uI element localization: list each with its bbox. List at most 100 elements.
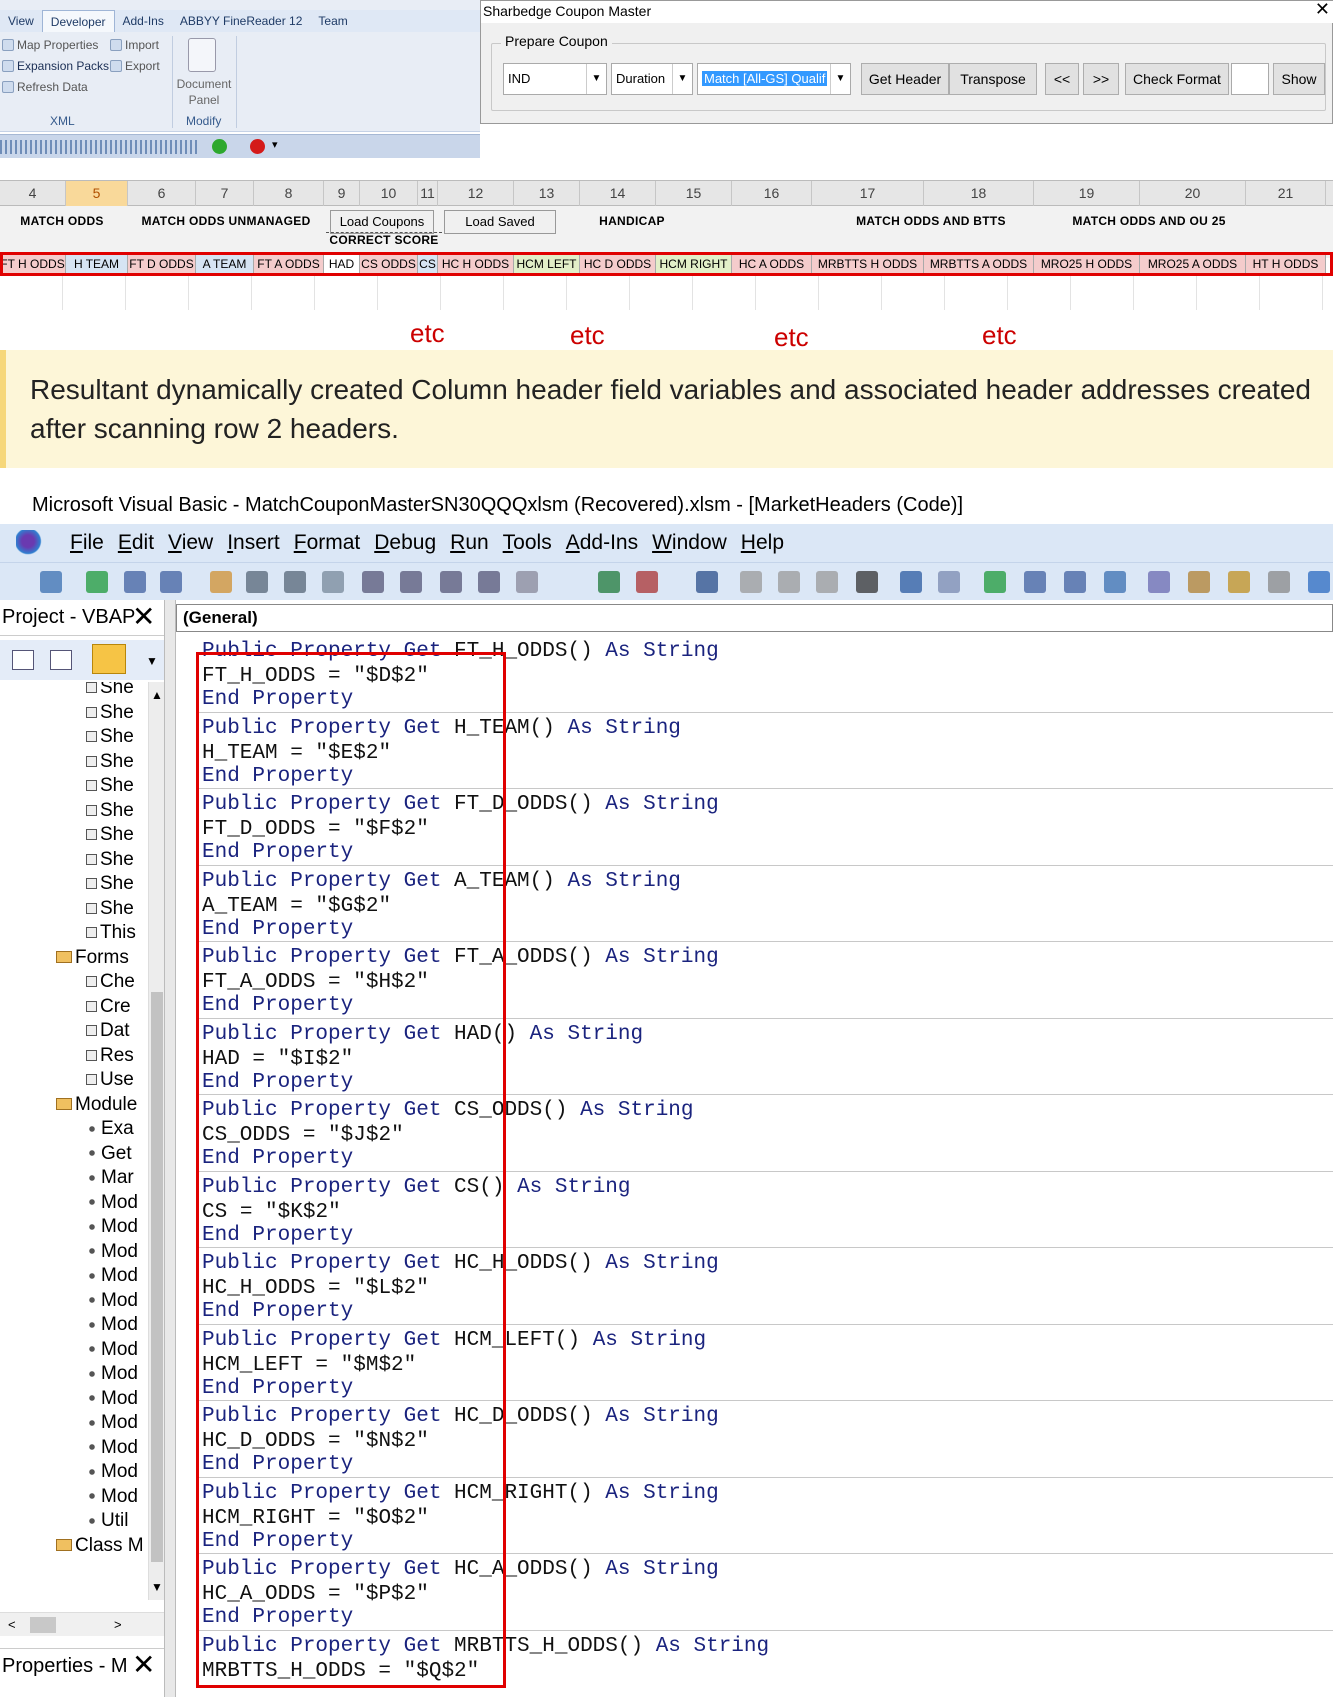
close-icon[interactable]: ✕ xyxy=(132,1648,155,1682)
design-icon[interactable] xyxy=(1104,571,1126,593)
design-icon[interactable] xyxy=(40,571,62,593)
check-format-button[interactable]: Check Format xyxy=(1125,63,1229,95)
tree-item-module[interactable]: Mod xyxy=(86,1289,138,1313)
tree-item-sheet[interactable]: She xyxy=(86,799,134,823)
object-combo[interactable]: (General) xyxy=(176,604,1333,632)
next-button[interactable]: >> xyxy=(1083,63,1119,95)
import-button[interactable]: Import xyxy=(110,38,159,52)
column-header[interactable]: 12 xyxy=(438,181,514,206)
run-indicator-icon[interactable] xyxy=(212,139,227,154)
break-icon[interactable] xyxy=(1024,571,1046,593)
break-icon[interactable] xyxy=(124,571,146,593)
column-header[interactable]: 13 xyxy=(514,181,580,206)
tree-item-module[interactable]: Util xyxy=(86,1509,128,1533)
column-header[interactable]: 18 xyxy=(924,181,1034,206)
tree-item-module[interactable]: Mod xyxy=(86,1215,138,1239)
tree-item-module[interactable]: Get xyxy=(86,1142,132,1166)
menu-view[interactable]: View xyxy=(168,531,213,555)
tree-item-sheet[interactable]: She xyxy=(86,897,134,921)
tree-item-sheet[interactable]: She xyxy=(86,682,134,700)
column-header[interactable]: 10 xyxy=(360,181,418,206)
menu-file[interactable]: File xyxy=(70,531,104,555)
tree-item-sheet[interactable]: She xyxy=(86,750,134,774)
chevron-down-icon[interactable]: ▼ xyxy=(672,64,692,94)
userform-icon[interactable] xyxy=(636,571,658,593)
menu-tools[interactable]: Tools xyxy=(503,531,552,555)
help-icon[interactable] xyxy=(1308,571,1330,593)
comment-icon[interactable] xyxy=(322,571,344,593)
column-header[interactable]: 14 xyxy=(580,181,656,206)
column-header[interactable]: 6 xyxy=(128,181,196,206)
tree-item-sheet[interactable]: She xyxy=(86,848,134,872)
tree-item-form[interactable]: Use xyxy=(86,1068,134,1092)
run-icon[interactable] xyxy=(984,571,1006,593)
view-code-icon[interactable] xyxy=(12,650,34,670)
menu-addins[interactable]: Add-Ins xyxy=(566,531,638,555)
menu-edit[interactable]: Edit xyxy=(118,531,154,555)
menu-format[interactable]: Format xyxy=(294,531,361,555)
duration-select[interactable]: Duration ▼ xyxy=(611,63,693,95)
prev-button[interactable]: << xyxy=(1045,63,1079,95)
tree-item-sheet[interactable]: She xyxy=(86,823,134,847)
object-browser-icon[interactable] xyxy=(362,571,384,593)
tree-item-module[interactable]: Mar xyxy=(86,1166,134,1190)
ribbon-tab[interactable]: Team xyxy=(310,10,355,32)
hscroll-thumb[interactable] xyxy=(30,1617,56,1633)
close-icon[interactable]: ✕ xyxy=(1315,0,1330,20)
tree-item-form[interactable]: Cre xyxy=(86,995,131,1019)
get-header-button[interactable]: Get Header xyxy=(861,63,949,95)
object-browser-icon[interactable] xyxy=(1228,571,1250,593)
tree-folder-class-modules[interactable]: Class M xyxy=(56,1534,144,1558)
save-icon[interactable] xyxy=(696,571,718,593)
show-button[interactable]: Show xyxy=(1273,63,1325,95)
run-icon[interactable] xyxy=(86,571,108,593)
column-header[interactable]: 7 xyxy=(196,181,254,206)
redo-icon[interactable] xyxy=(938,571,960,593)
export-button[interactable]: Export xyxy=(110,59,160,73)
view-object-icon[interactable] xyxy=(50,650,72,670)
transpose-button[interactable]: Transpose xyxy=(949,63,1037,95)
toggle-folders-icon[interactable] xyxy=(92,644,126,674)
column-header[interactable]: 8 xyxy=(254,181,324,206)
tree-item-form[interactable]: Che xyxy=(86,970,135,994)
column-header[interactable]: 17 xyxy=(812,181,924,206)
reset-icon[interactable] xyxy=(1064,571,1086,593)
tree-item-module[interactable]: Mod xyxy=(86,1338,138,1362)
scroll-down-icon[interactable]: ▼ xyxy=(151,1580,163,1594)
ribbon-tab[interactable]: Add-Ins xyxy=(115,10,172,32)
column-header[interactable]: 16 xyxy=(732,181,812,206)
column-header[interactable]: 21 xyxy=(1246,181,1326,206)
tree-item-sheet[interactable]: This xyxy=(86,921,136,945)
tree-item-module[interactable]: Mod xyxy=(86,1240,138,1264)
copy-icon[interactable] xyxy=(778,571,800,593)
column-header[interactable]: 5 xyxy=(66,181,128,206)
watch-icon[interactable] xyxy=(440,571,462,593)
undo-icon[interactable] xyxy=(900,571,922,593)
chevron-down-icon[interactable]: ▼ xyxy=(146,654,158,668)
tree-item-module[interactable]: Mod xyxy=(86,1191,138,1215)
menu-insert[interactable]: Insert xyxy=(227,531,280,555)
project-explorer-icon[interactable] xyxy=(1148,571,1170,593)
tree-item-form[interactable]: Res xyxy=(86,1044,134,1068)
load-coupons-button[interactable]: Load Coupons xyxy=(330,210,434,234)
locals-icon[interactable] xyxy=(516,571,538,593)
expansion-packs-button[interactable]: Expansion Packs xyxy=(2,59,109,73)
toolbox-icon[interactable] xyxy=(1268,571,1290,593)
pane-splitter[interactable] xyxy=(164,600,176,1697)
tree-item-sheet[interactable]: She xyxy=(86,701,134,725)
column-header[interactable]: 20 xyxy=(1140,181,1246,206)
region-select[interactable]: IND ▼ xyxy=(503,63,607,95)
match-select[interactable]: Match [All-GS] Qualif ▼ xyxy=(697,63,851,95)
column-header[interactable]: 9 xyxy=(324,181,360,206)
reset-icon[interactable] xyxy=(160,571,182,593)
toolbox-icon[interactable] xyxy=(400,571,422,593)
hand-icon[interactable] xyxy=(210,571,232,593)
scroll-thumb[interactable] xyxy=(151,992,163,1562)
tree-folder-forms[interactable]: Forms xyxy=(56,946,129,970)
tree-item-module[interactable]: Mod xyxy=(86,1264,138,1288)
project-scrollbar[interactable]: ▲ ▼ xyxy=(148,682,164,1600)
indent-icon[interactable] xyxy=(246,571,268,593)
column-header[interactable]: 19 xyxy=(1034,181,1140,206)
chevron-down-icon[interactable]: ▼ xyxy=(830,64,850,94)
document-panel-button[interactable]: Document Panel xyxy=(176,76,232,108)
